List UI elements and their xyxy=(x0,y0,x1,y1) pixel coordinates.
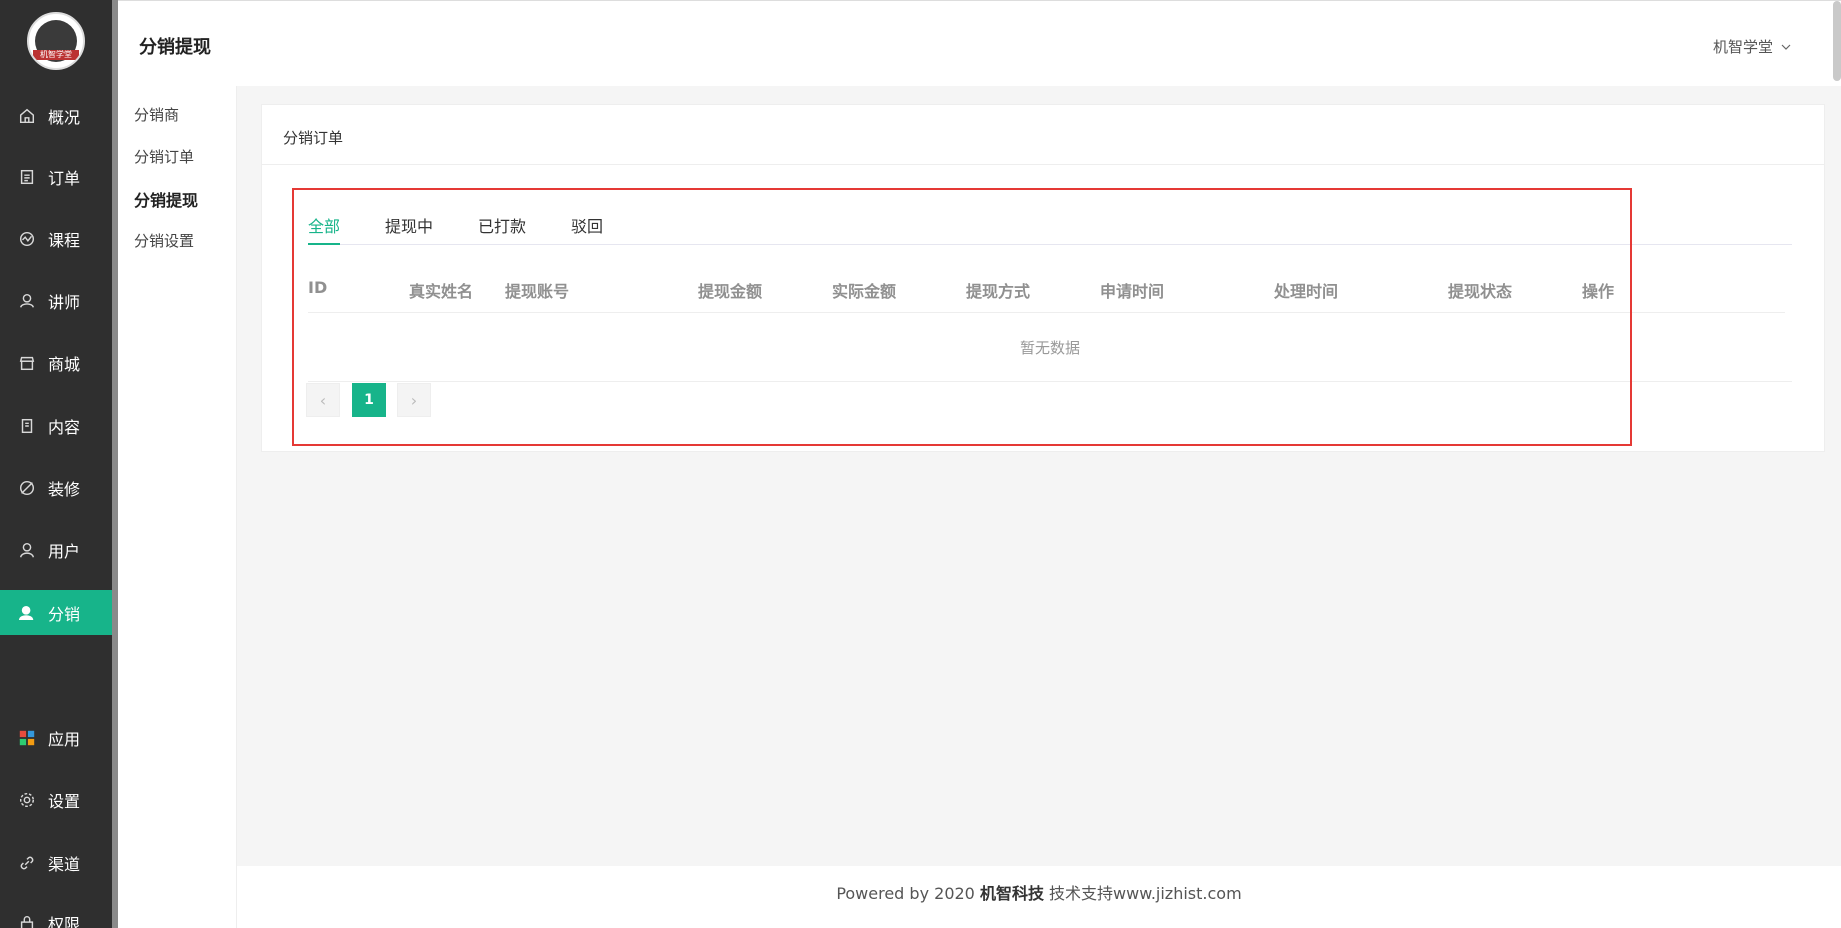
column-header-actual-amount: 实际金额 xyxy=(832,282,897,301)
column-header-status: 提现状态 xyxy=(1448,282,1513,301)
column-header-amount: 提现金额 xyxy=(698,282,763,301)
column-header-id: ID xyxy=(308,278,328,297)
status-tabs: 全部 提现中 已打款 驳回 xyxy=(308,213,1792,245)
lock-icon xyxy=(17,913,37,928)
footer-brand: 机智科技 xyxy=(979,884,1044,903)
card-header: 分销订单 xyxy=(262,105,1824,165)
store-icon xyxy=(17,353,37,373)
sidebar-item-label: 概况 xyxy=(48,107,81,127)
sidebar-item-decorate[interactable]: 装修 xyxy=(0,465,112,510)
column-header-real-name: 真实姓名 xyxy=(409,282,474,301)
sidebar-item-label: 设置 xyxy=(48,791,81,811)
sidebar-item-label: 应用 xyxy=(48,729,81,749)
column-header-actions: 操作 xyxy=(1582,282,1615,301)
sub-navigation: 分销商 分销订单 分销提现 分销设置 xyxy=(118,86,237,928)
page-footer: Powered by 2020 机智科技 技术支持www.jizhist.com xyxy=(237,866,1841,928)
sidebar-item-label: 权限 xyxy=(48,914,81,928)
sidebar-item-label: 讲师 xyxy=(48,292,81,312)
chevron-down-icon xyxy=(1781,44,1791,50)
sidebar-item-permissions[interactable]: 权限 xyxy=(0,900,112,928)
sidebar-item-orders[interactable]: 订单 xyxy=(0,154,112,199)
sidebar-item-channels[interactable]: 渠道 xyxy=(0,840,112,885)
pagination-page-button[interactable]: 1 xyxy=(352,383,386,417)
order-icon xyxy=(17,167,37,187)
sidebar-item-content[interactable]: 内容 xyxy=(0,403,112,448)
link-icon xyxy=(17,853,37,873)
user-menu[interactable]: 机智学堂 xyxy=(1713,36,1791,57)
card-title: 分销订单 xyxy=(283,129,344,147)
apps-icon xyxy=(17,728,37,748)
sidebar-item-settings[interactable]: 设置 xyxy=(0,777,112,822)
page-title: 分销提现 xyxy=(139,37,211,58)
subnav-item-distribution-orders[interactable]: 分销订单 xyxy=(134,146,194,167)
sidebar-item-teachers[interactable]: 讲师 xyxy=(0,278,112,323)
sidebar-item-label: 内容 xyxy=(48,417,81,437)
column-header-method: 提现方式 xyxy=(966,282,1031,301)
tab-paid[interactable]: 已打款 xyxy=(478,213,526,245)
column-header-account: 提现账号 xyxy=(505,282,570,301)
sidebar-item-label: 装修 xyxy=(48,479,81,499)
logo-text: 机智学堂 xyxy=(33,50,79,60)
pagination-next-button[interactable]: › xyxy=(397,383,431,417)
brush-icon xyxy=(17,478,37,498)
user-icon xyxy=(17,540,37,560)
tab-all[interactable]: 全部 xyxy=(308,213,341,245)
sidebar-item-apps[interactable]: 应用 xyxy=(0,715,112,760)
sidebar-item-label: 渠道 xyxy=(48,854,81,874)
course-icon xyxy=(17,229,37,249)
main-sidebar: 机智学堂 概况 订单 课程 讲师 商城 内容 装修 用户 分销 应用 设置 渠道… xyxy=(0,0,112,928)
brand-logo[interactable]: 机智学堂 xyxy=(27,12,85,70)
subnav-item-distributors[interactable]: 分销商 xyxy=(134,104,179,125)
sidebar-item-label: 分销 xyxy=(48,604,81,624)
scrollbar[interactable] xyxy=(1833,1,1841,81)
column-header-process-time: 处理时间 xyxy=(1274,282,1339,301)
sidebar-item-label: 商城 xyxy=(48,354,81,374)
sidebar-item-label: 订单 xyxy=(48,168,81,188)
tab-rejected[interactable]: 驳回 xyxy=(571,213,603,245)
home-icon xyxy=(17,106,37,126)
subnav-item-withdrawals[interactable]: 分销提现 xyxy=(134,187,198,211)
sidebar-item-label: 课程 xyxy=(48,230,81,250)
sidebar-item-overview[interactable]: 概况 xyxy=(0,93,112,138)
sidebar-item-courses[interactable]: 课程 xyxy=(0,216,112,261)
sidebar-item-label: 用户 xyxy=(48,541,81,561)
user-name: 机智学堂 xyxy=(1712,38,1773,56)
tab-withdrawing[interactable]: 提现中 xyxy=(385,213,433,245)
empty-state: 暂无数据 xyxy=(308,313,1792,382)
footer-text: Powered by 2020 机智科技 技术支持www.jizhist.com xyxy=(237,880,1841,904)
footer-suffix: 技术支持www.jizhist.com xyxy=(1043,884,1242,903)
top-header: 分销提现 机智学堂 xyxy=(118,0,1841,86)
content-icon xyxy=(17,416,37,436)
subnav-item-distribution-settings[interactable]: 分销设置 xyxy=(134,230,194,251)
table-header: ID 真实姓名 提现账号 提现金额 实际金额 提现方式 申请时间 处理时间 提现… xyxy=(308,263,1785,313)
distribution-icon xyxy=(17,603,37,623)
footer-prefix: Powered by 2020 xyxy=(836,884,980,903)
gear-icon xyxy=(17,790,37,810)
withdrawal-card: 分销订单 全部 提现中 已打款 驳回 ID 真实姓名 提现账号 提现金额 实际金… xyxy=(261,104,1825,452)
column-header-apply-time: 申请时间 xyxy=(1100,282,1165,301)
sidebar-item-users[interactable]: 用户 xyxy=(0,527,112,572)
sidebar-item-distribution[interactable]: 分销 xyxy=(0,590,112,635)
pagination-prev-button[interactable]: ‹ xyxy=(306,383,340,417)
teacher-icon xyxy=(17,291,37,311)
sidebar-item-store[interactable]: 商城 xyxy=(0,340,112,385)
